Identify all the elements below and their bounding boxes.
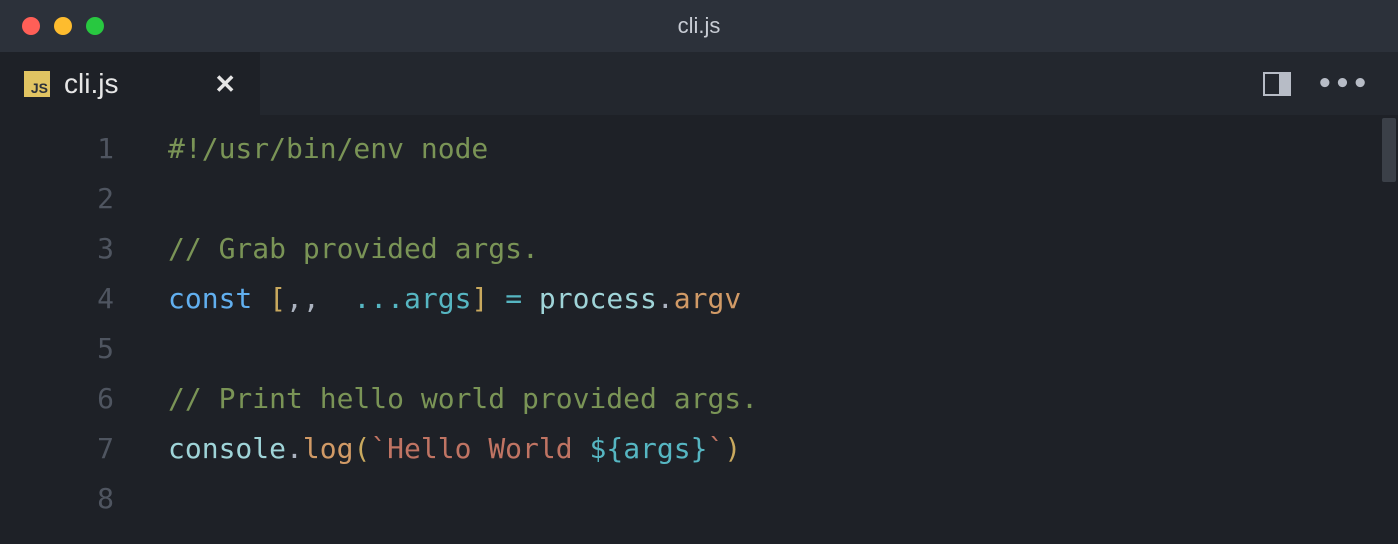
line-number: 1 [0, 124, 160, 174]
close-tab-button[interactable]: ✕ [214, 71, 236, 97]
code-line[interactable] [168, 474, 1398, 524]
window-controls [22, 17, 104, 35]
zoom-window-button[interactable] [86, 17, 104, 35]
line-number-gutter: 12345678 [0, 116, 160, 544]
tab-cli-js[interactable]: JS cli.js ✕ [0, 52, 260, 115]
line-number: 7 [0, 424, 160, 474]
scrollbar-thumb[interactable] [1382, 118, 1396, 182]
code-line[interactable]: const [,, ...args] = process.argv [168, 274, 1398, 324]
window-title: cli.js [0, 13, 1398, 39]
javascript-file-icon: JS [24, 71, 50, 97]
code-line[interactable]: // Grab provided args. [168, 224, 1398, 274]
line-number: 3 [0, 224, 160, 274]
titlebar: cli.js [0, 0, 1398, 52]
split-editor-icon[interactable] [1263, 72, 1291, 96]
tab-bar: JS cli.js ✕ ••• [0, 52, 1398, 116]
line-number: 5 [0, 324, 160, 374]
line-number: 8 [0, 474, 160, 524]
line-number: 6 [0, 374, 160, 424]
tab-bar-empty [260, 52, 1235, 115]
code-line[interactable]: // Print hello world provided args. [168, 374, 1398, 424]
code-editor[interactable]: 12345678 #!/usr/bin/env node // Grab pro… [0, 116, 1398, 544]
close-window-button[interactable] [22, 17, 40, 35]
code-line[interactable] [168, 174, 1398, 224]
code-line[interactable]: console.log(`Hello World ${args}`) [168, 424, 1398, 474]
code-area[interactable]: #!/usr/bin/env node // Grab provided arg… [160, 116, 1398, 544]
line-number: 2 [0, 174, 160, 224]
code-line[interactable] [168, 324, 1398, 374]
more-actions-icon[interactable]: ••• [1317, 71, 1370, 97]
code-line[interactable]: #!/usr/bin/env node [168, 124, 1398, 174]
minimize-window-button[interactable] [54, 17, 72, 35]
line-number: 4 [0, 274, 160, 324]
editor-actions: ••• [1235, 52, 1398, 115]
tab-label: cli.js [64, 68, 118, 100]
